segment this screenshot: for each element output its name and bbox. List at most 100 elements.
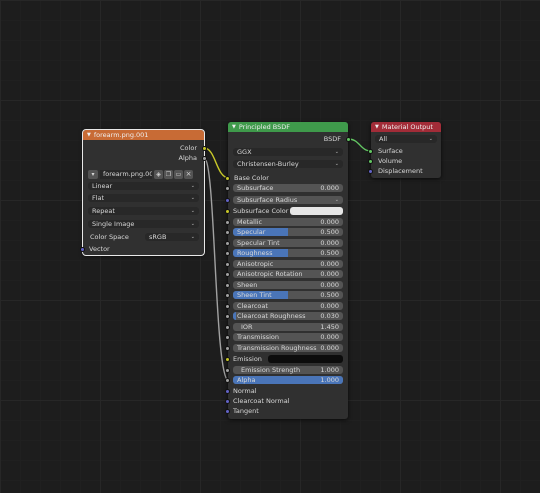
target-dropdown[interactable]: All ⌄ <box>375 135 437 143</box>
alpha-socket[interactable] <box>225 378 230 383</box>
ior-socket[interactable] <box>225 325 230 330</box>
normal-socket[interactable] <box>225 389 230 394</box>
metallic-socket[interactable] <box>225 220 230 225</box>
clearcoat-socket[interactable] <box>225 304 230 309</box>
fake-user-shield-icon[interactable]: ◈ <box>154 170 163 179</box>
alpha-field[interactable]: Alpha 1.000 <box>233 376 343 384</box>
collapse-chevron-icon[interactable]: ▼ <box>375 124 379 130</box>
anisotropic-label: Anisotropic <box>237 260 274 268</box>
sheen-tint-socket[interactable] <box>225 293 230 298</box>
tangent-label: Tangent <box>233 407 259 415</box>
chevron-down-icon: ⌄ <box>190 183 195 189</box>
transmission-field[interactable]: Transmission 0.000 <box>233 333 343 341</box>
input-vector-socket[interactable] <box>80 247 85 252</box>
clearcoat-label: Clearcoat <box>237 302 268 310</box>
specular-tint-label: Specular Tint <box>237 239 280 247</box>
transmission-roughness-socket[interactable] <box>225 346 230 351</box>
emission-strength-label: Emission Strength <box>241 366 301 374</box>
output-color-socket[interactable] <box>202 146 207 151</box>
collapse-chevron-icon[interactable]: ▼ <box>87 132 91 138</box>
subsurface-socket[interactable] <box>225 186 230 191</box>
volume-label: Volume <box>378 157 403 165</box>
ior-label: IOR <box>241 323 253 331</box>
emission-label: Emission <box>233 355 262 363</box>
projection-dropdown[interactable]: Flat ⌄ <box>88 194 199 202</box>
color-space-value: sRGB <box>149 233 167 241</box>
ior-field[interactable]: IOR 1.450 <box>233 323 343 331</box>
open-folder-icon[interactable]: ▭ <box>174 170 183 179</box>
ior-value: 1.450 <box>320 323 339 331</box>
roughness-value: 0.500 <box>320 249 339 257</box>
transmission-socket[interactable] <box>225 335 230 340</box>
source-dropdown[interactable]: Single Image ⌄ <box>88 220 199 228</box>
specular-tint-field[interactable]: Specular Tint 0.000 <box>233 239 343 247</box>
volume-socket[interactable] <box>368 159 373 164</box>
subsurface-method-dropdown[interactable]: Christensen-Burley ⌄ <box>233 160 343 168</box>
image-browse-icon[interactable]: ▾ <box>88 170 98 179</box>
sheen-field[interactable]: Sheen 0.000 <box>233 281 343 289</box>
clearcoat-field[interactable]: Clearcoat 0.000 <box>233 302 343 310</box>
normal-label: Normal <box>233 387 257 395</box>
emission-color-swatch[interactable] <box>268 355 343 363</box>
material-output-node[interactable]: ▼ Material Output All ⌄ Surface Volume Di… <box>368 122 441 178</box>
transmission-roughness-field[interactable]: Transmission Roughness 0.000 <box>233 344 343 352</box>
anisotropic-field[interactable]: Anisotropic 0.000 <box>233 260 343 268</box>
material-output-title: Material Output <box>381 123 433 131</box>
extension-dropdown[interactable]: Repeat ⌄ <box>88 207 199 215</box>
specular-tint-value: 0.000 <box>320 239 339 247</box>
collapse-chevron-icon[interactable]: ▼ <box>232 124 236 130</box>
specular-socket[interactable] <box>225 230 230 235</box>
sheen-socket[interactable] <box>225 283 230 288</box>
anisotropic-rotation-field[interactable]: Anisotropic Rotation 0.000 <box>233 270 343 278</box>
tangent-socket[interactable] <box>225 409 230 414</box>
surface-socket[interactable] <box>368 149 373 154</box>
subsurface-radius-socket[interactable] <box>225 198 230 203</box>
base-color-label: Base Color <box>234 174 269 182</box>
image-texture-header[interactable]: ▼ forearm.png.001 <box>83 130 204 140</box>
anisotropic-rotation-label: Anisotropic Rotation <box>237 270 303 278</box>
emission-strength-socket[interactable] <box>225 368 230 373</box>
clearcoat-value: 0.000 <box>320 302 339 310</box>
specular-label: Specular <box>237 228 266 236</box>
distribution-dropdown[interactable]: GGX ⌄ <box>233 148 343 156</box>
emission-strength-value: 1.000 <box>320 366 339 374</box>
chevron-down-icon: ⌄ <box>334 149 339 155</box>
color-space-dropdown[interactable]: sRGB ⌄ <box>145 233 199 241</box>
sheen-value: 0.000 <box>320 281 339 289</box>
interpolation-dropdown[interactable]: Linear ⌄ <box>88 182 199 190</box>
image-texture-node[interactable]: ▼ forearm.png.001 Color Alpha ▾ forearm.… <box>80 129 207 256</box>
clearcoat-roughness-label: Clearcoat Roughness <box>237 312 306 320</box>
emission-strength-field[interactable]: Emission Strength 1.000 <box>233 366 343 374</box>
anisotropic-socket[interactable] <box>225 262 230 267</box>
metallic-value: 0.000 <box>320 218 339 226</box>
alpha-label: Alpha <box>237 376 256 384</box>
new-image-icon[interactable]: ❐ <box>164 170 173 179</box>
roughness-field[interactable]: Roughness 0.500 <box>233 249 343 257</box>
metallic-field[interactable]: Metallic 0.000 <box>233 218 343 226</box>
subsurface-color-socket[interactable] <box>225 209 230 214</box>
displacement-socket[interactable] <box>368 169 373 174</box>
subsurface-radius-dropdown[interactable]: Subsurface Radius ⌄ <box>233 196 343 204</box>
specular-field[interactable]: Specular 0.500 <box>233 228 343 236</box>
unlink-close-icon[interactable]: × <box>184 170 193 179</box>
clearcoat-roughness-socket[interactable] <box>225 314 230 319</box>
specular-tint-socket[interactable] <box>225 241 230 246</box>
base-color-socket[interactable] <box>225 176 230 181</box>
output-bsdf-socket[interactable] <box>346 137 351 142</box>
image-name-field[interactable]: forearm.png.001 <box>100 170 152 179</box>
bsdf-header[interactable]: ▼ Principled BSDF <box>228 122 348 132</box>
clearcoat-roughness-field[interactable]: Clearcoat Roughness 0.030 <box>233 312 343 320</box>
roughness-socket[interactable] <box>225 251 230 256</box>
clearcoat-roughness-fill <box>233 312 237 320</box>
principled-bsdf-node[interactable]: ▼ Principled BSDF BSDF GGX ⌄ Christensen-… <box>225 122 351 419</box>
output-alpha-socket[interactable] <box>202 156 207 161</box>
clearcoat-normal-socket[interactable] <box>225 399 230 404</box>
sheen-label: Sheen <box>237 281 258 289</box>
subsurface-color-swatch[interactable] <box>290 207 343 215</box>
chevron-down-icon: ⌄ <box>190 221 195 227</box>
sheen-tint-field[interactable]: Sheen Tint 0.500 <box>233 291 343 299</box>
subsurface-field[interactable]: Subsurface 0.000 <box>233 184 343 192</box>
emission-socket[interactable] <box>225 357 230 362</box>
material-output-header[interactable]: ▼ Material Output <box>371 122 441 132</box>
anisotropic-rotation-socket[interactable] <box>225 272 230 277</box>
